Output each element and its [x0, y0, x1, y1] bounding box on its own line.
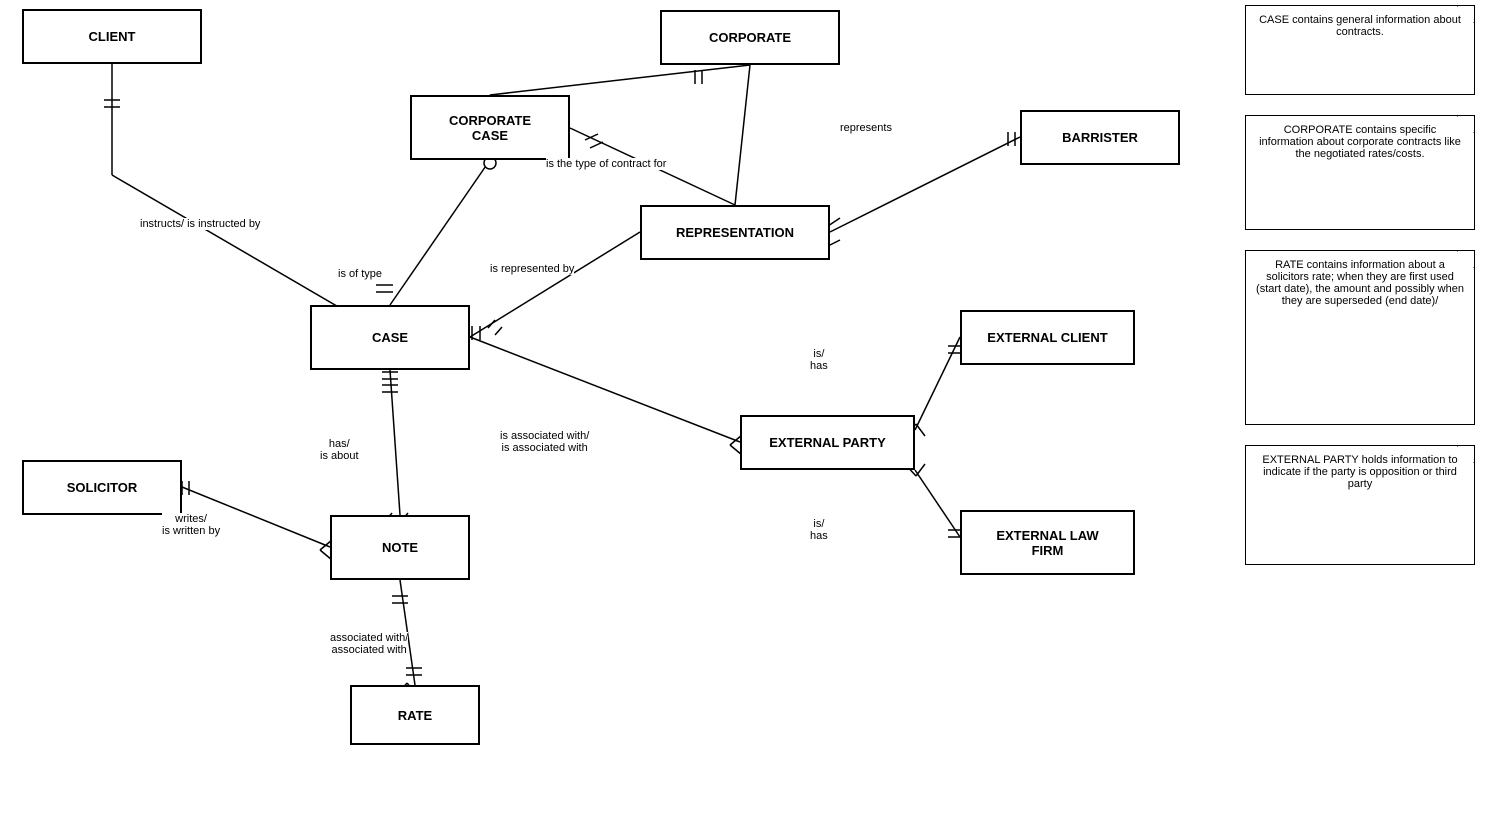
- associated-with-label: associated with/associated with: [330, 632, 408, 656]
- is-of-type-label: is of type: [338, 268, 382, 280]
- represents-label: represents: [840, 122, 892, 134]
- is-has-firm-label: is/has: [810, 518, 828, 542]
- writes-label: writes/is written by: [162, 513, 220, 537]
- case-note-box: CASE contains general information about …: [1245, 5, 1475, 95]
- is-the-type-label: is the type of contract for: [546, 158, 666, 170]
- solicitor-entity: SOLICITOR: [22, 460, 182, 515]
- is-has-client-label: is/has: [810, 348, 828, 372]
- representation-entity: REPRESENTATION: [640, 205, 830, 260]
- external-party-note-box: EXTERNAL PARTY holds information to indi…: [1245, 445, 1475, 565]
- external-party-entity: EXTERNAL PARTY: [740, 415, 915, 470]
- external-law-firm-entity: EXTERNAL LAWFIRM: [960, 510, 1135, 575]
- rate-note-box: RATE contains information about a solici…: [1245, 250, 1475, 425]
- rate-entity: RATE: [350, 685, 480, 745]
- corporate-case-entity: CORPORATECASE: [410, 95, 570, 160]
- barrister-entity: BARRISTER: [1020, 110, 1180, 165]
- case-entity: CASE: [310, 305, 470, 370]
- client-entity: CLIENT: [22, 9, 202, 64]
- note-entity: NOTE: [330, 515, 470, 580]
- corporate-note-box: CORPORATE contains specific information …: [1245, 115, 1475, 230]
- diagram: CLIENT CORPORATE CORPORATECASE BARRISTER…: [0, 0, 1504, 831]
- is-associated-with-label: is associated with/is associated with: [500, 430, 589, 454]
- external-client-entity: EXTERNAL CLIENT: [960, 310, 1135, 365]
- has-is-about-label: has/is about: [320, 438, 359, 462]
- is-represented-by-label: is represented by: [490, 263, 574, 275]
- instructs-label: instructs/ is instructed by: [140, 218, 260, 230]
- corporate-entity: CORPORATE: [660, 10, 840, 65]
